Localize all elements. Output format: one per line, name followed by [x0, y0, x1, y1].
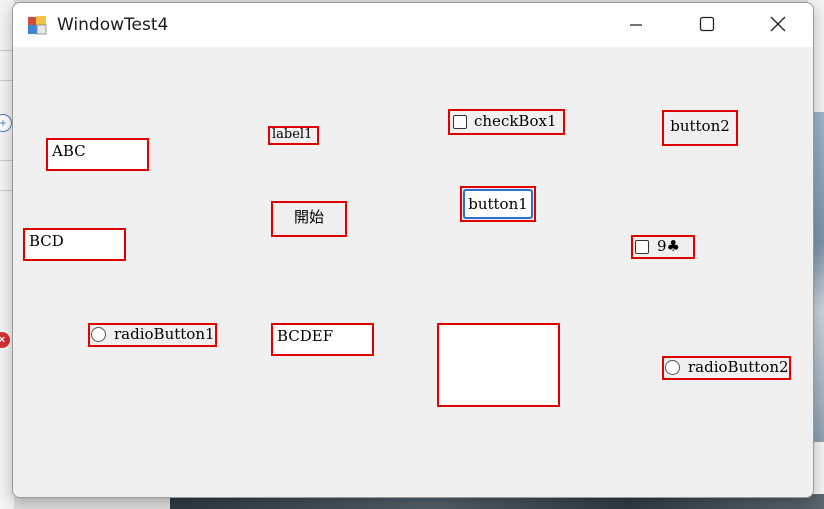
- textbox-bcdef-value: BCDEF: [277, 327, 334, 345]
- button1[interactable]: button1: [463, 189, 533, 219]
- radio-button2-circle[interactable]: [665, 360, 680, 375]
- radio-button1-circle[interactable]: [91, 327, 106, 342]
- close-icon: [770, 16, 786, 32]
- empty-textarea[interactable]: [439, 325, 558, 405]
- textbox-bcd-value: BCD: [29, 232, 64, 250]
- maximize-icon: [699, 16, 715, 32]
- radio-button2-label: radioButton2: [688, 358, 789, 376]
- minimize-icon: [630, 24, 642, 26]
- checkbox-nine-box[interactable]: [635, 240, 649, 254]
- radio-button2[interactable]: radioButton2: [664, 358, 789, 378]
- radio-button1-label: radioButton1: [114, 325, 215, 343]
- checkbox-nine[interactable]: 9♣: [633, 237, 693, 257]
- app-icon: [28, 16, 47, 35]
- textbox-abc-value: ABC: [52, 142, 86, 160]
- textbox-bcdef[interactable]: BCDEF: [273, 325, 372, 354]
- minimize-button[interactable]: [613, 3, 659, 47]
- checkbox1[interactable]: checkBox1: [450, 111, 563, 133]
- textbox-abc[interactable]: ABC: [48, 140, 147, 169]
- button2[interactable]: button2: [664, 112, 736, 144]
- window-title: WindowTest4: [57, 15, 169, 35]
- start-button[interactable]: 開始: [273, 203, 345, 235]
- close-button[interactable]: [754, 3, 800, 47]
- label1: label1: [272, 127, 313, 142]
- title-bar[interactable]: WindowTest4: [13, 3, 813, 47]
- checkbox1-label: checkBox1: [474, 112, 557, 130]
- checkbox-nine-label: 9♣: [657, 237, 680, 255]
- radio-button1[interactable]: radioButton1: [90, 325, 215, 345]
- maximize-button[interactable]: [683, 3, 729, 47]
- checkbox1-box[interactable]: [453, 115, 467, 129]
- textbox-bcd[interactable]: BCD: [25, 230, 124, 259]
